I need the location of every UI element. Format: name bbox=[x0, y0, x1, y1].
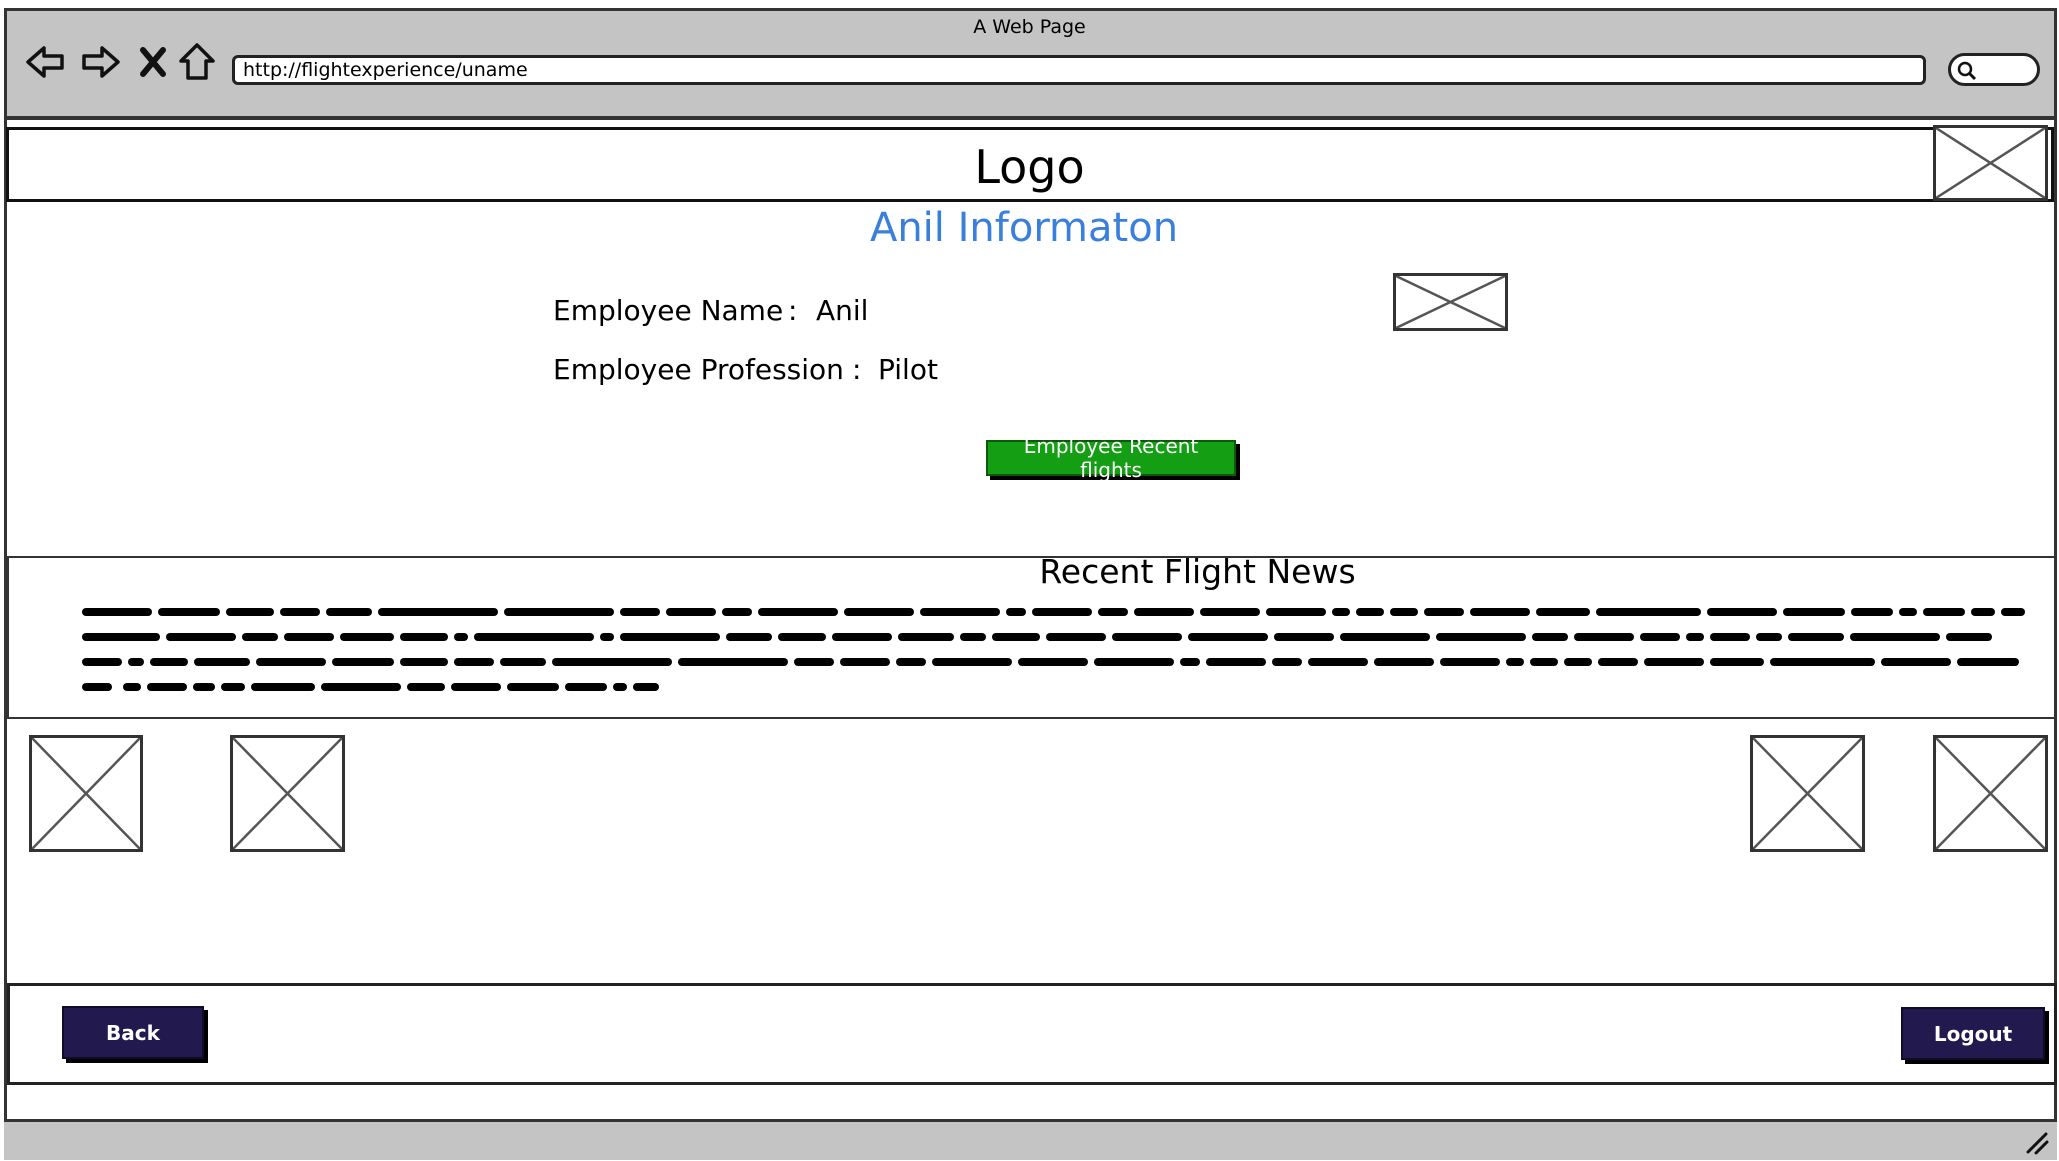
logo: Logo bbox=[974, 140, 1085, 194]
stop-icon[interactable] bbox=[131, 40, 175, 84]
forward-arrow-icon[interactable] bbox=[78, 40, 122, 84]
back-arrow-icon[interactable] bbox=[24, 40, 68, 84]
name-separator: : bbox=[788, 294, 798, 327]
employee-profession-value: Pilot bbox=[878, 353, 938, 386]
image-placeholder-2 bbox=[230, 735, 345, 852]
search-icon bbox=[1957, 61, 1977, 81]
employee-name-value: Anil bbox=[816, 294, 869, 327]
image-placeholder-4 bbox=[1933, 735, 2048, 852]
page-title: Anil Informaton bbox=[869, 205, 1179, 251]
footer-nav bbox=[7, 983, 2057, 1085]
home-icon[interactable] bbox=[175, 40, 219, 84]
header-image-placeholder bbox=[1933, 125, 2048, 201]
news-body-text bbox=[82, 600, 2034, 700]
window-title: A Web Page bbox=[973, 16, 1086, 38]
browser-status-bar bbox=[4, 1119, 2057, 1160]
browser-search-box[interactable] bbox=[1948, 53, 2040, 86]
image-placeholder-1 bbox=[29, 735, 143, 852]
profession-separator: : bbox=[852, 353, 862, 386]
address-bar[interactable]: http://flightexperience/uname bbox=[232, 55, 1926, 85]
employee-name-label: Employee Name bbox=[553, 294, 784, 327]
employee-profession-label: Employee Profession bbox=[553, 353, 844, 386]
resize-grip-icon[interactable] bbox=[2022, 1128, 2050, 1156]
logout-button[interactable]: Logout bbox=[1901, 1007, 2045, 1060]
back-button[interactable]: Back bbox=[62, 1006, 204, 1059]
image-placeholder-3 bbox=[1750, 735, 1865, 852]
employee-recent-flights-button[interactable]: Employee Recent flights bbox=[986, 434, 1236, 482]
news-title: Recent Flight News bbox=[1039, 552, 1356, 591]
employee-photo-placeholder bbox=[1393, 273, 1508, 331]
